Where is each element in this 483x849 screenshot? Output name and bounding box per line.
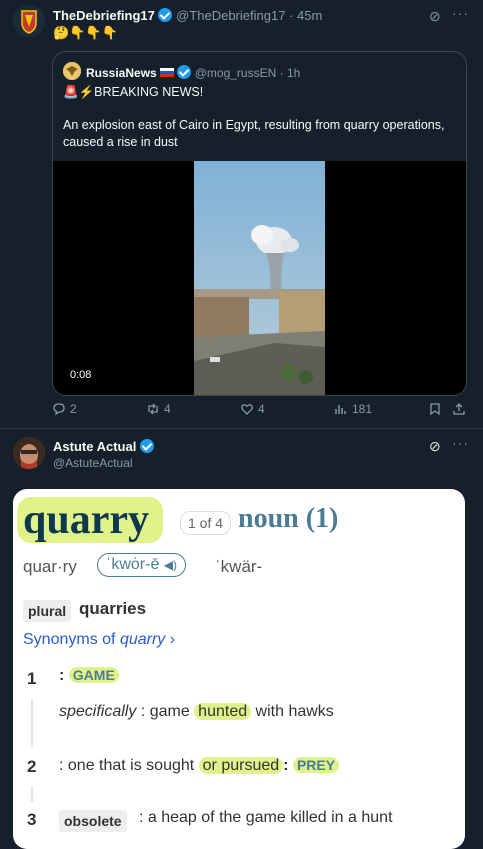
sense-number: 2: [27, 757, 37, 776]
like-button[interactable]: 4: [240, 402, 265, 416]
bookmark-icon: [430, 403, 440, 416]
quote-author-handle[interactable]: @mog_russEN: [195, 66, 277, 80]
pronunciation-text: ˈkwȯr-ē: [106, 556, 160, 573]
more-options-icon[interactable]: ···: [452, 435, 469, 451]
shield-logo-icon: [13, 5, 45, 37]
quote-headline: 🚨⚡BREAKING NEWS!: [63, 85, 204, 99]
quote-body: An explosion east of Cairo in Egypt, res…: [63, 118, 445, 149]
tweet-time[interactable]: 45m: [297, 8, 322, 23]
sense-divider: [31, 786, 33, 802]
quote-author-name[interactable]: RussiaNews: [86, 66, 157, 80]
author-handle[interactable]: @AstuteActual: [53, 456, 133, 470]
plural-label: plural: [23, 600, 72, 622]
chevron-right-icon: ›: [169, 631, 176, 648]
reply-count: 2: [70, 402, 77, 416]
analytics-icon: [335, 405, 346, 414]
profile-photo-icon: [13, 437, 45, 469]
subsense-text: : game: [136, 703, 195, 720]
repost-button[interactable]: 4: [146, 402, 171, 416]
repost-count: 4: [164, 402, 171, 416]
synonyms-link[interactable]: Synonyms of quarry ›: [23, 631, 175, 649]
attached-image-dictionary[interactable]: quarry 1 of 4 noun (1) quar·ry ˈkwȯr-ē ◀…: [13, 489, 465, 849]
sense-divider: [31, 699, 33, 747]
definition-text: : one that is sought: [59, 757, 199, 774]
tweet-text: 🤔👇👇👇: [53, 25, 118, 40]
share-icon: [453, 403, 465, 415]
subsense-label: specifically: [59, 703, 137, 720]
reply-icon: [53, 403, 65, 416]
syllables: quar·ry: [23, 557, 77, 576]
sense-number: 1: [27, 669, 37, 688]
repost-icon: [148, 403, 158, 415]
separator-dot: ·: [289, 8, 294, 23]
plural-form: quarries: [79, 599, 147, 618]
definition-colon: :: [283, 757, 289, 774]
share-button[interactable]: [452, 402, 466, 416]
like-count: 4: [258, 402, 265, 416]
verified-badge-icon: [177, 65, 192, 79]
synonyms-prefix: Synonyms of: [23, 631, 120, 648]
view-count: 181: [352, 402, 373, 416]
part-of-speech: noun (1): [238, 503, 339, 534]
video-player[interactable]: 0:08: [53, 161, 466, 395]
verified-badge-icon: [139, 439, 154, 453]
definition-colon: :: [59, 667, 65, 684]
grok-icon[interactable]: ⊘: [429, 438, 441, 455]
heart-icon: [241, 404, 253, 415]
subsense-tail: with hawks: [251, 703, 334, 720]
cross-reference-link[interactable]: PREY: [292, 757, 340, 773]
definition-text: : a heap of the game killed in a hunt: [139, 809, 393, 826]
entry-index: 1 of 4: [180, 511, 232, 535]
author-name[interactable]: TheDebriefing17: [53, 8, 155, 23]
tweet-actions: 2 4 4 181: [0, 402, 483, 420]
cross-reference-link[interactable]: GAME: [68, 667, 119, 683]
usage-label: obsolete: [59, 810, 127, 832]
avatar[interactable]: [13, 5, 45, 37]
video-frame-image: [194, 161, 325, 395]
grok-icon[interactable]: ⊘: [429, 8, 441, 25]
verified-badge-icon: [158, 8, 173, 22]
views-button[interactable]: 181: [334, 402, 372, 416]
reply-button[interactable]: 2: [52, 402, 77, 416]
russia-flag-icon: [160, 68, 175, 77]
quote-avatar[interactable]: [63, 62, 81, 80]
highlighted-text: or pursued: [198, 757, 284, 774]
eagle-emblem-icon: [63, 62, 81, 80]
video-duration: 0:08: [70, 369, 92, 381]
speaker-icon: ◀): [163, 558, 178, 572]
pronunciation-alt: ˈkwär-: [215, 557, 263, 576]
quote-time[interactable]: 1h: [287, 66, 300, 80]
pronunciation-button[interactable]: ˈkwȯr-ē ◀): [97, 553, 187, 577]
quoted-tweet[interactable]: RussiaNews @mog_russEN · 1h 🚨⚡BREAKING N…: [52, 51, 467, 396]
bookmark-button[interactable]: [428, 402, 442, 416]
author-name[interactable]: Astute Actual: [53, 439, 136, 454]
dictionary-headword: quarry: [17, 497, 163, 543]
highlighted-text: hunted: [194, 703, 252, 720]
author-handle[interactable]: @TheDebriefing17: [176, 8, 285, 23]
sense-number: 3: [27, 810, 37, 829]
divider: [0, 428, 483, 429]
more-options-icon[interactable]: ···: [452, 5, 469, 21]
avatar[interactable]: [13, 437, 45, 469]
synonyms-word: quarry: [119, 631, 166, 648]
